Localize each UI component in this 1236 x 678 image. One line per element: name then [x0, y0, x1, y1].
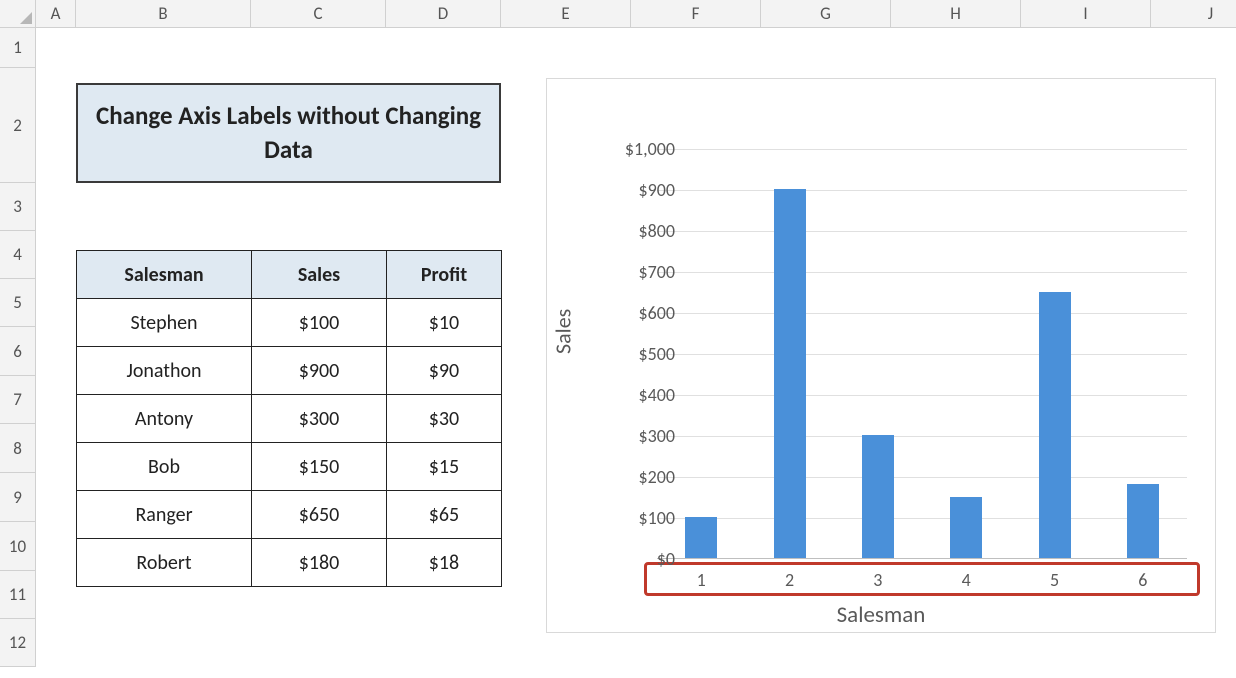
- x-tick-label: 1: [697, 569, 706, 591]
- row-header-6[interactable]: 6: [0, 327, 36, 376]
- gridline: [657, 231, 1187, 232]
- column-header-D[interactable]: D: [386, 0, 501, 28]
- cell-profit[interactable]: $18: [387, 539, 502, 587]
- row-header-12[interactable]: 12: [0, 619, 36, 667]
- gridline: [657, 477, 1187, 478]
- y-tick-label: $700: [595, 261, 675, 283]
- x-tick-label: 2: [785, 569, 794, 591]
- x-axis-highlight-box: [644, 562, 1200, 596]
- gridline: [657, 518, 1187, 519]
- row-header-2[interactable]: 2: [0, 68, 36, 183]
- gridline: [657, 354, 1187, 355]
- bar[interactable]: [1127, 484, 1159, 558]
- bar[interactable]: [862, 435, 894, 558]
- cell-sales[interactable]: $180: [252, 539, 387, 587]
- cell-profit[interactable]: $30: [387, 395, 502, 443]
- y-tick-label: $900: [595, 179, 675, 201]
- row-header-10[interactable]: 10: [0, 522, 36, 571]
- row-header-1[interactable]: 1: [0, 28, 36, 68]
- gridline: [657, 395, 1187, 396]
- header-profit[interactable]: Profit: [387, 251, 502, 299]
- gridline: [657, 272, 1187, 273]
- cell-sales[interactable]: $100: [252, 299, 387, 347]
- cell-sales[interactable]: $300: [252, 395, 387, 443]
- table-row: Jonathon$900$90: [77, 347, 502, 395]
- gridline: [657, 313, 1187, 314]
- row-header-9[interactable]: 9: [0, 473, 36, 522]
- row-header-11[interactable]: 11: [0, 571, 36, 619]
- gridline: [657, 190, 1187, 191]
- cell-name[interactable]: Stephen: [77, 299, 252, 347]
- row-header-4[interactable]: 4: [0, 231, 36, 279]
- row-header-8[interactable]: 8: [0, 424, 36, 473]
- cell-name[interactable]: Ranger: [77, 491, 252, 539]
- cell-sales[interactable]: $900: [252, 347, 387, 395]
- column-header-G[interactable]: G: [761, 0, 891, 28]
- x-tick-label: 5: [1050, 569, 1059, 591]
- select-all-cell[interactable]: [0, 0, 36, 28]
- x-tick-label: 6: [1138, 569, 1147, 591]
- cell-name[interactable]: Jonathon: [77, 347, 252, 395]
- row-header-3[interactable]: 3: [0, 183, 36, 231]
- cell-sales[interactable]: $650: [252, 491, 387, 539]
- y-tick-label: $300: [595, 425, 675, 447]
- column-header-C[interactable]: C: [251, 0, 386, 28]
- table-header-row: Salesman Sales Profit: [77, 251, 502, 299]
- y-tick-label: $800: [595, 220, 675, 242]
- row-headers: 123456789101112: [0, 28, 36, 667]
- y-axis-title: Sales: [550, 309, 577, 354]
- sheet-area[interactable]: Change Axis Labels without Changing Data…: [36, 28, 1236, 678]
- y-tick-label: $100: [595, 507, 675, 529]
- cell-profit[interactable]: $65: [387, 491, 502, 539]
- bar[interactable]: [1039, 292, 1071, 559]
- column-header-E[interactable]: E: [501, 0, 631, 28]
- select-all-triangle-icon: [20, 12, 32, 24]
- column-header-A[interactable]: A: [36, 0, 76, 28]
- bar[interactable]: [685, 517, 717, 558]
- y-tick-label: $0: [595, 548, 675, 570]
- x-tick-label: 4: [962, 569, 971, 591]
- header-sales[interactable]: Sales: [252, 251, 387, 299]
- y-tick-label: $500: [595, 343, 675, 365]
- cell-profit[interactable]: $90: [387, 347, 502, 395]
- column-headers: ABCDEFGHIJ: [36, 0, 1236, 28]
- column-header-I[interactable]: I: [1021, 0, 1151, 28]
- y-tick-label: $400: [595, 384, 675, 406]
- table-row: Stephen$100$10: [77, 299, 502, 347]
- gridline: [657, 149, 1187, 150]
- column-header-F[interactable]: F: [631, 0, 761, 28]
- x-tick-label: 3: [873, 569, 882, 591]
- table-row: Robert$180$18: [77, 539, 502, 587]
- cell-profit[interactable]: $15: [387, 443, 502, 491]
- chart-object[interactable]: Sales Salesman $0 $100 $200 $300 $400 $500 $60…: [546, 78, 1216, 633]
- table-row: Ranger$650$65: [77, 491, 502, 539]
- plot-area: [657, 149, 1187, 559]
- cell-profit[interactable]: $10: [387, 299, 502, 347]
- bar[interactable]: [950, 497, 982, 559]
- y-tick-label: $1,000: [595, 138, 675, 160]
- bar[interactable]: [774, 189, 806, 558]
- data-table: Salesman Sales Profit Stephen$100$10Jona…: [76, 250, 502, 587]
- cell-name[interactable]: Bob: [77, 443, 252, 491]
- column-header-B[interactable]: B: [76, 0, 251, 28]
- table-row: Bob$150$15: [77, 443, 502, 491]
- x-axis-title: Salesman: [547, 601, 1215, 629]
- row-header-7[interactable]: 7: [0, 376, 36, 424]
- cell-sales[interactable]: $150: [252, 443, 387, 491]
- column-header-H[interactable]: H: [891, 0, 1021, 28]
- y-tick-label: $600: [595, 302, 675, 324]
- gridline: [657, 436, 1187, 437]
- table-row: Antony$300$30: [77, 395, 502, 443]
- title-merged-cell[interactable]: Change Axis Labels without Changing Data: [76, 83, 501, 183]
- cell-name[interactable]: Antony: [77, 395, 252, 443]
- title-text: Change Axis Labels without Changing Data: [88, 99, 489, 167]
- row-header-5[interactable]: 5: [0, 279, 36, 327]
- header-salesman[interactable]: Salesman: [77, 251, 252, 299]
- column-header-J[interactable]: J: [1151, 0, 1236, 28]
- y-tick-label: $200: [595, 466, 675, 488]
- cell-name[interactable]: Robert: [77, 539, 252, 587]
